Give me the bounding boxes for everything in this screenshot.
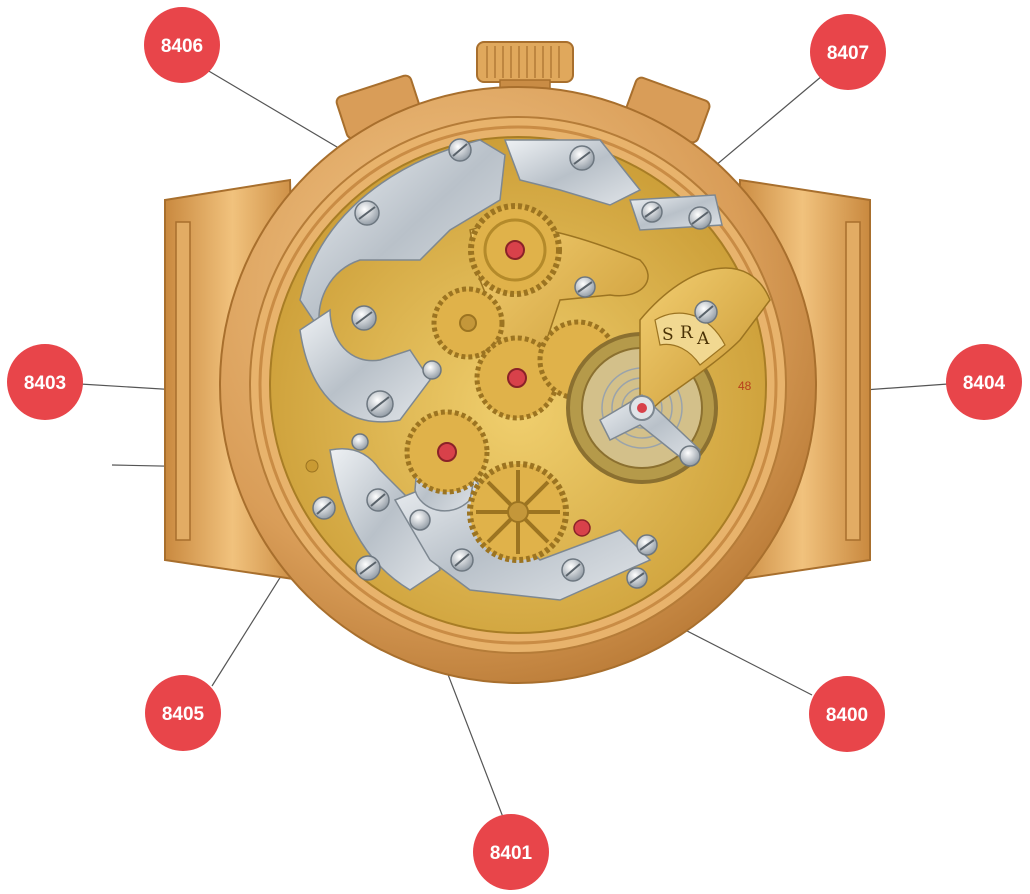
left-strap-bar [175, 221, 191, 541]
callout-8407: 8407 [810, 14, 886, 90]
plate-marking [305, 459, 319, 473]
screw [409, 509, 431, 531]
movement-engraving: 48 [738, 379, 752, 393]
callout-label-8406: 8406 [161, 36, 203, 57]
callout-label-8400: 8400 [826, 705, 868, 726]
scale-letter-a: A [696, 329, 710, 349]
screw [679, 445, 701, 467]
callout-8401: 8401 [473, 814, 549, 890]
watch-movement-diagram: S R A 48 8406 8407 8403 8404 8405 8400 8… [7, 7, 1022, 890]
callout-8404: 8404 [946, 344, 1022, 420]
wheel-lower-left [404, 409, 490, 495]
callout-8403: 8403 [7, 344, 83, 420]
callout-label-8401: 8401 [490, 843, 533, 864]
wheel-lower [467, 461, 569, 563]
jewel-lower-right [573, 519, 591, 537]
scale-letter-r: R [680, 323, 694, 343]
screw [351, 433, 369, 451]
callout-8400: 8400 [809, 676, 885, 752]
screw [422, 360, 442, 380]
right-strap-bar [845, 221, 861, 541]
scale-letter-s: S [662, 325, 674, 345]
callout-8405: 8405 [145, 675, 221, 751]
callout-label-8405: 8405 [162, 704, 205, 725]
movement: S R A 48 [269, 136, 771, 634]
callout-label-8403: 8403 [24, 373, 66, 394]
callout-label-8404: 8404 [963, 373, 1006, 394]
wheel-top [468, 203, 562, 297]
callout-label-8407: 8407 [827, 43, 869, 64]
callout-8406: 8406 [144, 7, 220, 83]
